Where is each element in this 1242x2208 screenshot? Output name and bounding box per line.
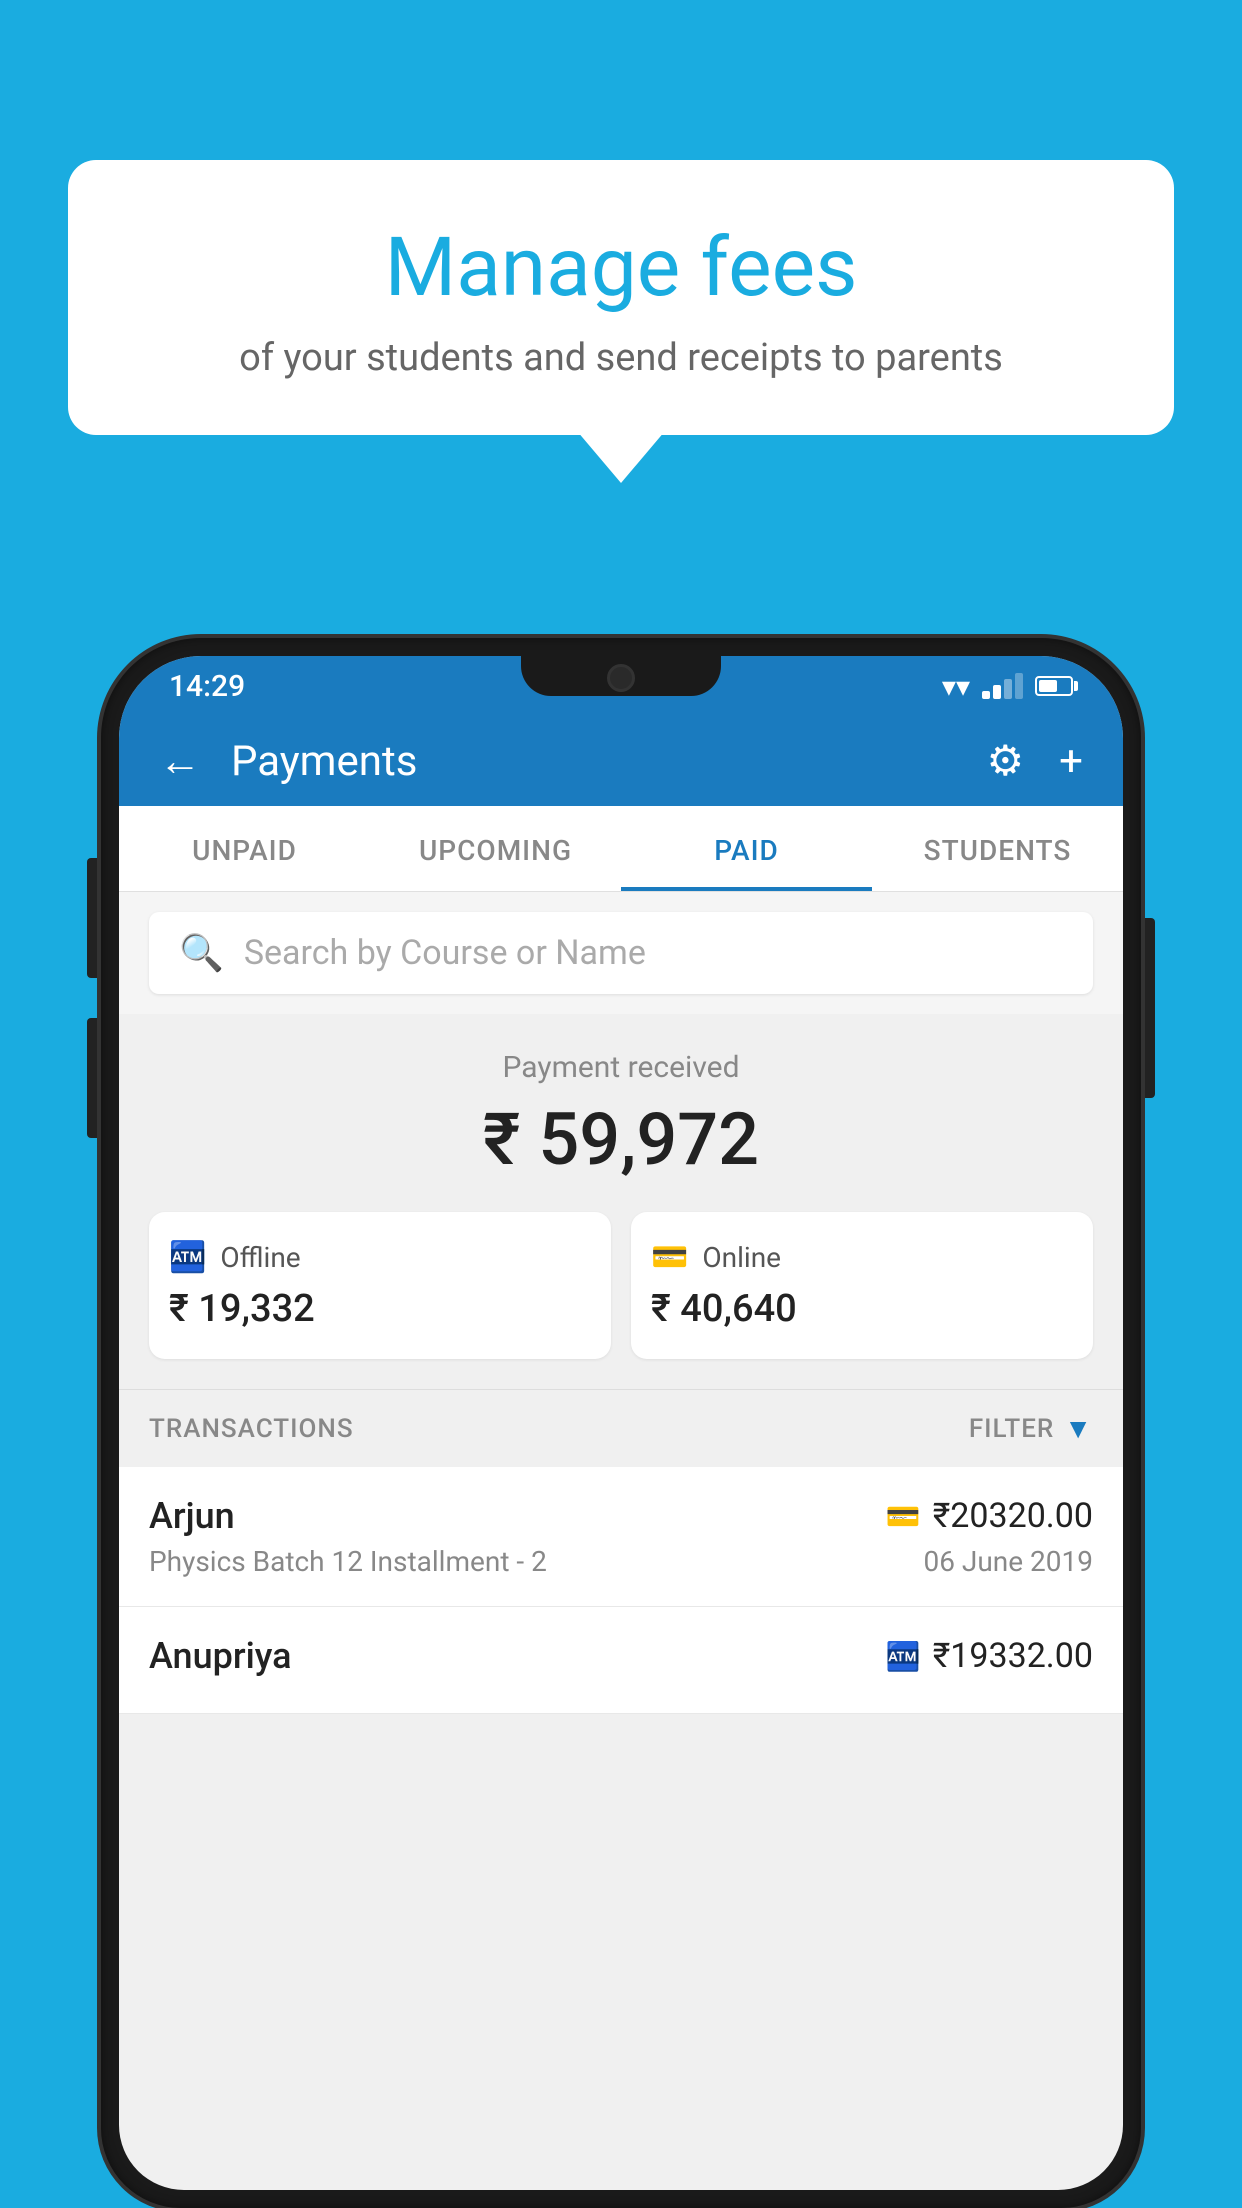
tab-bar: UNPAID UPCOMING PAID STUDENTS: [119, 806, 1123, 892]
payment-cards: 🏧 Offline ₹ 19,332 💳 Online ₹ 40,640: [149, 1212, 1093, 1359]
search-input[interactable]: Search by Course or Name: [244, 933, 646, 973]
speech-bubble: Manage fees of your students and send re…: [68, 160, 1174, 435]
volume-up-button: [87, 858, 97, 978]
wifi-icon: ▾▾: [942, 670, 970, 703]
battery-icon: [1035, 676, 1073, 696]
add-button[interactable]: +: [1059, 737, 1083, 786]
transaction-amount: ₹19332.00: [933, 1636, 1093, 1676]
volume-down-button: [87, 1018, 97, 1138]
phone-notch: [521, 656, 721, 696]
front-camera: [607, 664, 635, 692]
tab-upcoming[interactable]: UPCOMING: [370, 806, 621, 891]
manage-fees-title: Manage fees: [108, 220, 1134, 316]
transaction-name: Arjun: [149, 1495, 235, 1537]
transaction-name: Anupriya: [149, 1635, 292, 1677]
transaction-row[interactable]: Anupriya 🏧 ₹19332.00: [119, 1607, 1123, 1714]
status-time: 14:29: [169, 669, 245, 704]
transaction-amount: ₹20320.00: [933, 1496, 1093, 1536]
search-bar[interactable]: 🔍 Search by Course or Name: [149, 912, 1093, 994]
online-label: Online: [702, 1241, 781, 1274]
payment-summary: Payment received ₹ 59,972 🏧 Offline ₹ 19…: [119, 1014, 1123, 1389]
power-button: [1145, 918, 1155, 1098]
online-payment-card: 💳 Online ₹ 40,640: [631, 1212, 1093, 1359]
payment-total-amount: ₹ 59,972: [149, 1097, 1093, 1182]
status-icons: ▾▾: [942, 670, 1073, 703]
transactions-header: TRANSACTIONS FILTER ▼: [119, 1389, 1123, 1467]
settings-icon[interactable]: ⚙: [987, 736, 1025, 786]
manage-fees-subtitle: of your students and send receipts to pa…: [108, 336, 1134, 380]
back-button[interactable]: ←: [159, 737, 201, 786]
offline-label: Offline: [220, 1241, 300, 1274]
transaction-date: 06 June 2019: [923, 1545, 1093, 1578]
online-icon: 💳: [651, 1240, 688, 1275]
offline-amount: ₹ 19,332: [169, 1287, 591, 1331]
tab-unpaid[interactable]: UNPAID: [119, 806, 370, 891]
filter-button[interactable]: FILTER ▼: [969, 1412, 1093, 1445]
filter-icon: ▼: [1064, 1412, 1093, 1445]
header-actions: ⚙ +: [987, 736, 1084, 786]
transactions-label: TRANSACTIONS: [149, 1414, 354, 1444]
online-amount: ₹ 40,640: [651, 1287, 1073, 1331]
filter-text: FILTER: [969, 1414, 1054, 1444]
offline-payment-icon: 🏧: [886, 1640, 921, 1673]
tab-paid[interactable]: PAID: [621, 806, 872, 891]
search-icon: 🔍: [179, 932, 224, 974]
app-header: ← Payments ⚙ +: [119, 716, 1123, 806]
page-title: Payments: [231, 737, 957, 786]
transaction-row[interactable]: Arjun 💳 ₹20320.00 Physics Batch 12 Insta…: [119, 1467, 1123, 1607]
payment-received-label: Payment received: [149, 1050, 1093, 1085]
phone-screen: 14:29 ▾▾ ← Payments ⚙ +: [119, 656, 1123, 2190]
transaction-course: Physics Batch 12 Installment - 2: [149, 1545, 547, 1578]
phone-frame: 14:29 ▾▾ ← Payments ⚙ +: [101, 638, 1141, 2208]
search-container: 🔍 Search by Course or Name: [119, 892, 1123, 1014]
phone-outer: 14:29 ▾▾ ← Payments ⚙ +: [101, 638, 1141, 2208]
offline-icon: 🏧: [169, 1240, 206, 1275]
card-icon: 💳: [886, 1500, 921, 1533]
signal-icon: [982, 673, 1023, 699]
offline-payment-card: 🏧 Offline ₹ 19,332: [149, 1212, 611, 1359]
tab-students[interactable]: STUDENTS: [872, 806, 1123, 891]
speech-bubble-container: Manage fees of your students and send re…: [68, 160, 1174, 435]
